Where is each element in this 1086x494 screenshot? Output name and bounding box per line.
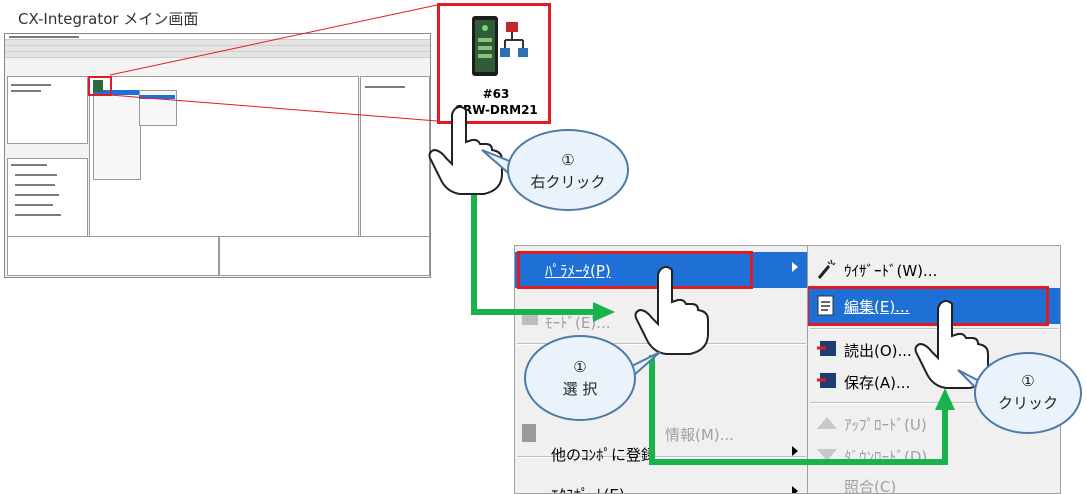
callout-bubbles (481, 129, 1082, 434)
callout-right-click: ① 右クリック (530, 151, 606, 191)
callout-click: ① クリック (997, 372, 1058, 412)
callout-select: ① 選 択 (562, 358, 598, 398)
